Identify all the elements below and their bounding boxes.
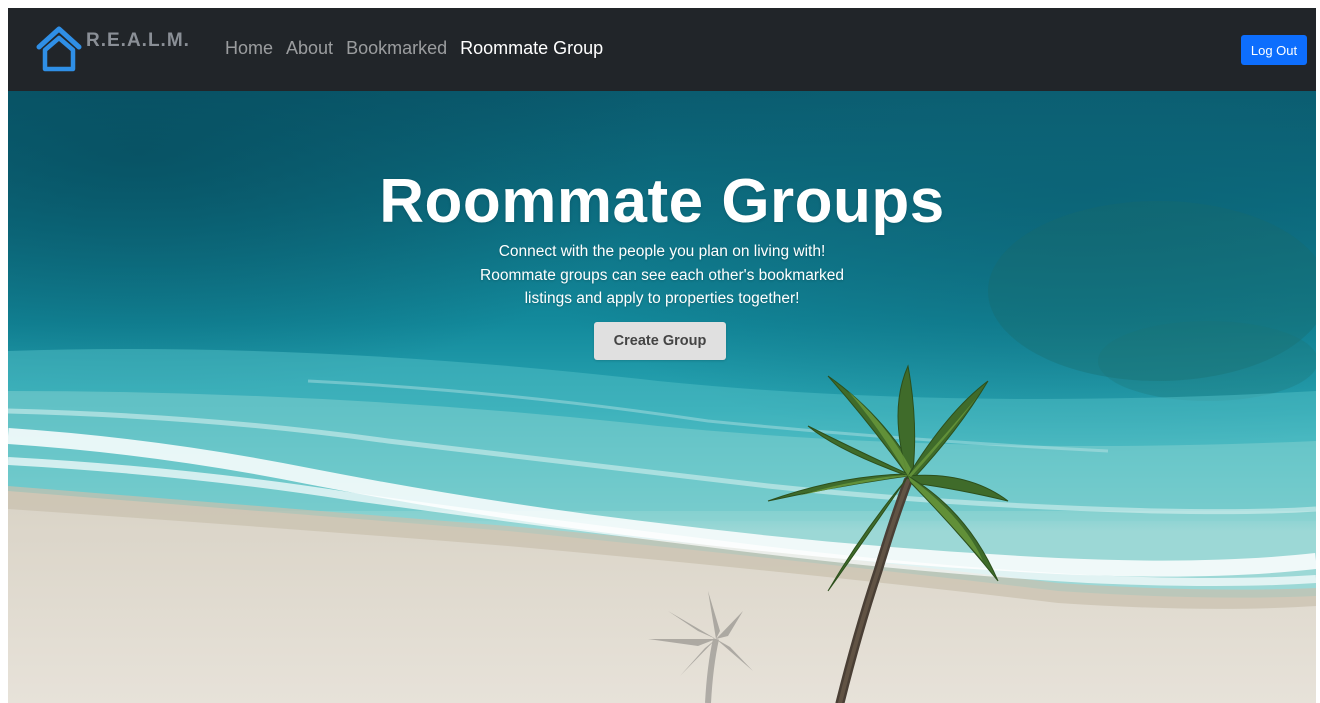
nav-links: Home About Bookmarked Roommate Group: [225, 38, 616, 59]
house-icon: [36, 26, 82, 72]
brand-link[interactable]: R.E.A.L.M.: [36, 26, 190, 72]
hero-section: Roommate Groups Connect with the people …: [8, 91, 1316, 703]
nav-link-roommate-group[interactable]: Roommate Group: [460, 38, 603, 59]
create-group-button[interactable]: Create Group: [594, 322, 726, 360]
hero-description-line: Connect with the people you plan on livi…: [498, 243, 826, 260]
logout-button[interactable]: Log Out: [1241, 35, 1307, 65]
hero-title: Roommate Groups: [379, 167, 945, 236]
hero-description-line: listings and apply to properties togethe…: [524, 290, 800, 307]
page-frame: R.E.A.L.M. Home About Bookmarked Roommat…: [8, 8, 1316, 703]
nav-link-home[interactable]: Home: [225, 38, 273, 59]
nav-link-about[interactable]: About: [286, 38, 333, 59]
hero-description-line: Roommate groups can see each other's boo…: [480, 266, 844, 284]
brand-name: R.E.A.L.M.: [86, 30, 190, 51]
hero-description: Connect with the people you plan on livi…: [462, 240, 862, 311]
top-navbar: R.E.A.L.M. Home About Bookmarked Roommat…: [8, 8, 1316, 91]
nav-link-bookmarked[interactable]: Bookmarked: [346, 38, 447, 59]
